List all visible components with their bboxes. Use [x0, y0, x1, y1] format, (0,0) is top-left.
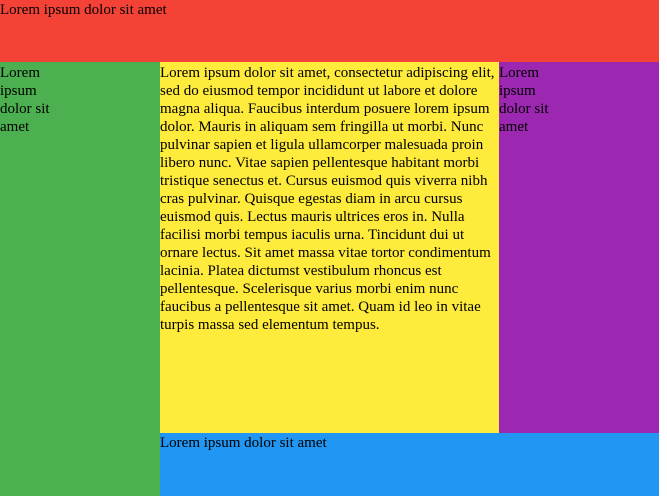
left-sidebar-text: Lorem ipsum dolor sit amet: [0, 65, 50, 135]
footer-text: Lorem ipsum dolor sit amet: [160, 435, 327, 451]
layout-grid: Lorem ipsum dolor sit amet Lorem ipsum d…: [0, 0, 659, 496]
header-text: Lorem ipsum dolor sit amet: [0, 2, 167, 18]
right-sidebar-region: Lorem ipsum dolor sit amet: [499, 62, 659, 433]
page-margin-right: [659, 0, 667, 503]
main-content-text: Lorem ipsum dolor sit amet, consectetur …: [160, 65, 495, 333]
left-sidebar-region: Lorem ipsum dolor sit amet: [0, 62, 160, 496]
header-region: Lorem ipsum dolor sit amet: [0, 0, 659, 62]
footer-region: Lorem ipsum dolor sit amet: [160, 433, 659, 496]
main-content-region: Lorem ipsum dolor sit amet, consectetur …: [160, 62, 499, 433]
page-margin-bottom: [0, 496, 667, 503]
right-sidebar-text: Lorem ipsum dolor sit amet: [499, 65, 549, 135]
